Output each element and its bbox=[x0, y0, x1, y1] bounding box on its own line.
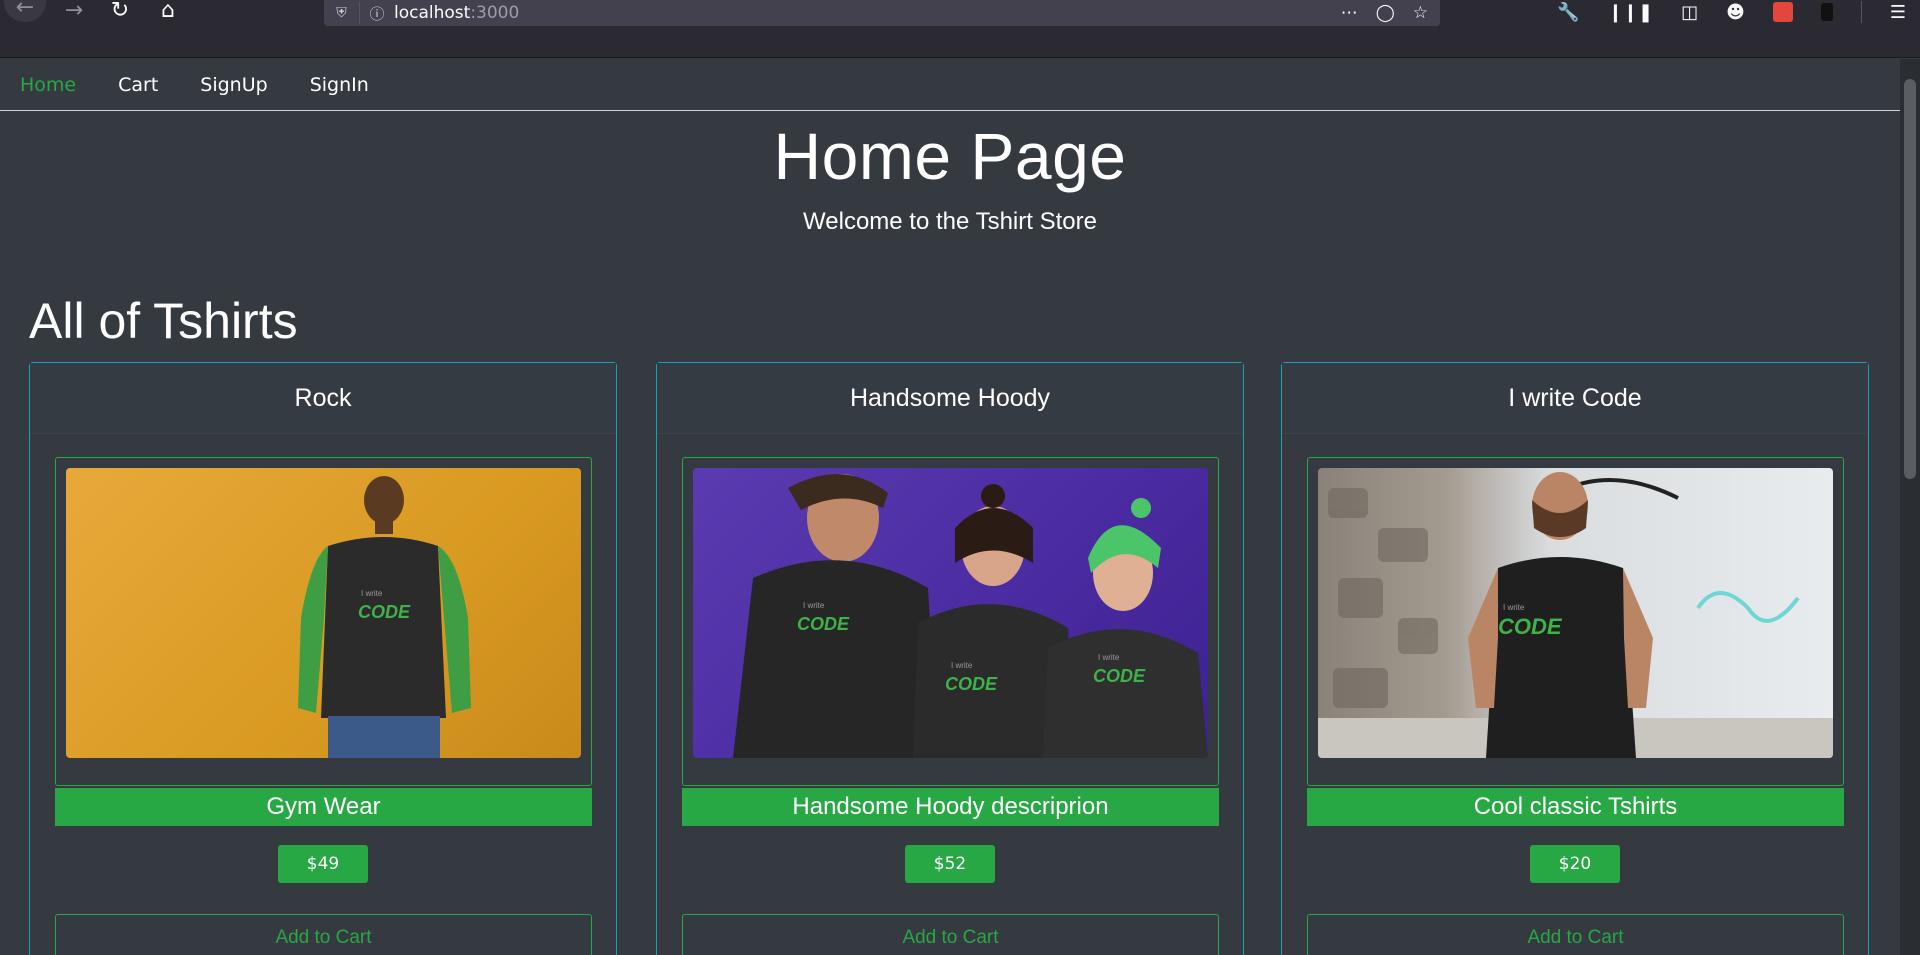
info-icon[interactable]: ⓘ bbox=[360, 3, 394, 24]
price-badge[interactable]: $20 bbox=[1530, 845, 1620, 883]
reload-icon[interactable]: ↻ bbox=[102, 0, 138, 22]
product-photo-rock: I write CODE bbox=[298, 476, 471, 758]
wrench-icon[interactable]: 🔧 bbox=[1557, 2, 1579, 23]
sidebar-icon[interactable]: ◫ bbox=[1681, 2, 1698, 23]
shirt-print-large: CODE bbox=[945, 674, 998, 694]
shirt-print-large: CODE bbox=[1093, 666, 1146, 686]
toolbar-divider bbox=[1860, 1, 1862, 23]
price-badge[interactable]: $52 bbox=[905, 845, 995, 883]
nav-cart-link[interactable]: Cart bbox=[118, 74, 158, 96]
product-name: Handsome Hoody bbox=[657, 363, 1243, 434]
product-photo-classic: I write CODE bbox=[1318, 472, 1833, 758]
shirt-print-small: I write bbox=[803, 601, 825, 610]
shirt-print-large: CODE bbox=[358, 602, 411, 622]
home-icon[interactable]: ⌂ bbox=[150, 0, 186, 22]
site-navbar: Home Cart SignUp SignIn bbox=[0, 59, 1900, 111]
extension-red-icon[interactable] bbox=[1772, 2, 1793, 22]
product-description: Handsome Hoody descriprion bbox=[682, 788, 1219, 826]
scrollbar-thumb[interactable] bbox=[1904, 79, 1916, 479]
forward-arrow-icon[interactable]: → bbox=[56, 0, 92, 22]
product-name: I write Code bbox=[1282, 363, 1868, 434]
shirt-print-large: CODE bbox=[1498, 614, 1563, 639]
extension-dark-icon[interactable] bbox=[1820, 3, 1833, 21]
menu-icon[interactable]: ☰ bbox=[1890, 2, 1906, 23]
pocket-icon[interactable]: ◯ bbox=[1376, 3, 1395, 23]
nav-signin-link[interactable]: SignIn bbox=[310, 74, 369, 96]
shirt-print-small: I write bbox=[1098, 653, 1120, 662]
add-to-cart-button[interactable]: Add to Cart bbox=[55, 914, 592, 955]
bookmark-star-icon[interactable]: ☆ bbox=[1413, 3, 1428, 23]
product-description: Cool classic Tshirts bbox=[1307, 788, 1844, 826]
browser-toolbar: ← → ↻ ⌂ ⛨ ⓘ localhost:3000 ⋯ ◯ ☆ 🔧 ❙❙❚ ◫… bbox=[0, 0, 1920, 58]
product-card: Rock I write CODE Gym Wear $49 Add to Ca… bbox=[29, 362, 617, 955]
account-icon[interactable]: ☻ bbox=[1726, 2, 1745, 23]
shirt-print-small: I write bbox=[1503, 603, 1525, 612]
price-badge[interactable]: $49 bbox=[278, 845, 368, 883]
library-icon[interactable]: ❙❙❚ bbox=[1608, 2, 1653, 23]
page-subtitle: Welcome to the Tshirt Store bbox=[803, 208, 1097, 235]
shirt-print-small: I write bbox=[361, 589, 383, 598]
page-scrollbar[interactable] bbox=[1900, 59, 1920, 955]
shirt-print-small: I write bbox=[951, 661, 973, 670]
product-image-frame: I write CODE bbox=[55, 457, 592, 786]
nav-home-link[interactable]: Home bbox=[20, 74, 76, 96]
page-title: Home Page bbox=[773, 119, 1127, 193]
url-port: :3000 bbox=[470, 3, 520, 23]
url-host: localhost bbox=[394, 3, 471, 23]
product-image: I write CODE bbox=[1318, 468, 1833, 758]
shield-icon[interactable]: ⛨ bbox=[324, 2, 360, 24]
product-image: I write CODE bbox=[66, 468, 581, 758]
product-photo-hoody: I write CODE I write CODE I write CODE bbox=[733, 474, 1208, 758]
product-image: I write CODE I write CODE I write CODE bbox=[693, 468, 1208, 758]
product-image-frame: I write CODE bbox=[1307, 457, 1844, 786]
section-title: All of Tshirts bbox=[29, 293, 298, 349]
back-arrow-icon[interactable]: ← bbox=[4, 0, 46, 22]
product-image-frame: I write CODE I write CODE I write CODE bbox=[682, 457, 1219, 786]
url-bar[interactable]: ⛨ ⓘ localhost:3000 ⋯ ◯ ☆ bbox=[324, 0, 1440, 26]
product-card: I write Code I write CODE Cool classic T… bbox=[1281, 362, 1869, 955]
more-actions-icon[interactable]: ⋯ bbox=[1341, 3, 1358, 23]
nav-signup-link[interactable]: SignUp bbox=[200, 74, 267, 96]
product-name: Rock bbox=[30, 363, 616, 434]
add-to-cart-button[interactable]: Add to Cart bbox=[1307, 914, 1844, 955]
shirt-print-large: CODE bbox=[797, 614, 850, 634]
product-description: Gym Wear bbox=[55, 788, 592, 826]
add-to-cart-button[interactable]: Add to Cart bbox=[682, 914, 1219, 955]
product-card: Handsome Hoody I write CODE I write CODE bbox=[656, 362, 1244, 955]
